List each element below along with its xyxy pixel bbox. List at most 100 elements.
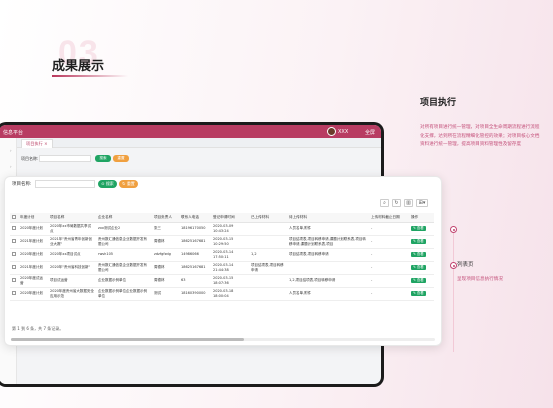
reset-icon: ↻ [122, 181, 126, 186]
cell-phone: 18160390000 [179, 287, 211, 301]
export-icon[interactable]: ⊞▾ [416, 199, 428, 207]
cell-deadline: - [369, 248, 409, 262]
cell-deadline: - [369, 274, 409, 288]
row-checkbox[interactable] [10, 261, 18, 275]
cell-action: ✎ 查看 [409, 287, 434, 301]
view-button[interactable]: ✎ 查看 [411, 226, 426, 231]
cell-project: 项目试运营 [48, 274, 96, 288]
view-button[interactable]: ✎ 查看 [411, 239, 426, 244]
cell-uploaded [249, 287, 287, 301]
cell-company: 企业数据示例单位企业数据示例单位 [96, 287, 152, 301]
cell-plan: 2020年度试运营 [18, 274, 48, 288]
row-checkbox[interactable] [10, 274, 18, 288]
cell-pending: 项目结项表,项目转移申请,课题计划联系表,项目转移申请,课题计划联系表,项目 [287, 235, 369, 249]
view-button[interactable]: ✎ 查看 [411, 265, 426, 270]
cell-deadline: - [369, 235, 409, 249]
table-row[interactable]: 2021年度计划 2021年"贵州省青年创新创业大赛" 贵州数汇通信息企业数据开… [10, 235, 434, 249]
cell-action: ✎ 查看 [409, 274, 434, 288]
row-checkbox[interactable] [10, 287, 18, 301]
cell-time: 2020-03-15 10:29:50 [211, 235, 249, 249]
cell-company: 企业数据示例单位 [96, 274, 152, 288]
reset-button[interactable]: ↻ 重置 [119, 180, 138, 188]
column-header[interactable]: 项目名称 [48, 213, 96, 223]
cell-project: 2020年xx项目试点 [48, 248, 96, 262]
row-checkbox[interactable] [10, 235, 18, 249]
title-underline [52, 75, 128, 77]
search-icon[interactable]: ⌕ [380, 199, 389, 207]
cell-deadline: - [369, 287, 409, 301]
refresh-icon[interactable]: ↻ [392, 199, 401, 207]
cell-plan: 2021年度计划 [18, 235, 48, 249]
search-button[interactable]: 搜索 [95, 155, 111, 162]
search-label: 项目名称: [21, 156, 39, 161]
cell-time: 2020-03-18 18:00:04 [211, 287, 249, 301]
cell-plan: 2020年度计划 [18, 248, 48, 262]
view-button-label: 查看 [416, 265, 424, 269]
tab-strip: 项目执行 × [17, 138, 381, 148]
view-button[interactable]: ✎ 查看 [411, 291, 426, 296]
user-name[interactable]: XXX [338, 129, 348, 135]
column-header[interactable]: 项目负责人 [152, 213, 179, 223]
cell-phone: 18196170050 [179, 222, 211, 236]
cell-project: 2020年xx市局数据共享试点 [48, 222, 96, 236]
table-row[interactable]: 2020年度计划 2020年度贵州省大数据安全应用示范 企业数据示例单位企业数据… [10, 287, 434, 301]
chevron-right-icon[interactable]: › [10, 164, 12, 169]
cell-company: rwsh105 [96, 248, 152, 262]
cell-phone: 14986066 [179, 248, 211, 262]
avatar[interactable] [327, 127, 336, 136]
cell-owner: 周德林 [152, 261, 179, 275]
pagination-info: 第 1 到 6 条，共 7 条记录。 [12, 326, 64, 331]
fullscreen-button[interactable]: 全屏 [365, 129, 375, 136]
list-page-title: 列表页 [457, 262, 474, 268]
chevron-right-icon[interactable]: › [10, 148, 12, 153]
search-icon: ⊙ [101, 181, 105, 186]
right-panel-description: 对所有项目进行统一管理，对项目全生命周期流程进行流程化支撑，达到所在流程精细化管… [420, 125, 540, 148]
column-header[interactable]: 企业名称 [96, 213, 152, 223]
cell-deadline: - [369, 261, 409, 275]
view-button[interactable]: ✎ 查看 [411, 252, 426, 257]
select-all-checkbox[interactable] [10, 213, 18, 223]
cell-pending: 人员名单,附件 [287, 287, 369, 301]
cell-pending: 项目结项表,项目转移申请 [287, 248, 369, 262]
cell-uploaded: 1,2 [249, 248, 287, 262]
table-header-row: 年度计划 项目名称 企业名称 项目负责人 联系人电话 登记申请时间 已上传材料 … [10, 213, 434, 223]
table-row[interactable]: 2020年度计划 2020年xx市局数据共享试点 zxx测试企业2 张三 181… [10, 222, 434, 236]
tab-project-execution[interactable]: 项目执行 × [21, 139, 53, 148]
column-header[interactable]: 已上传材料 [249, 213, 287, 223]
column-header[interactable]: 年度计划 [18, 213, 48, 223]
table-row[interactable]: 2020年度试运营 项目试运营 企业数据示例单位 周德林 63 2020-03-… [10, 274, 434, 288]
search-input[interactable] [39, 155, 91, 162]
row-checkbox[interactable] [10, 222, 18, 236]
horizontal-scrollbar[interactable] [11, 338, 435, 341]
cell-phone: 18625167681 [179, 261, 211, 275]
right-panel-heading: 项目执行 [420, 98, 457, 108]
search-input[interactable] [35, 180, 95, 188]
cell-uploaded: 项目结项表,项目转移申请 [249, 261, 287, 275]
columns-icon[interactable]: ▥ [404, 199, 413, 207]
column-header[interactable]: 待上传材料 [287, 213, 369, 223]
table-row[interactable]: 2020年度计划 2020年xx项目试点 rwsh105 zdzfgfzdg 1… [10, 248, 434, 262]
app-title: 信息平台 [3, 130, 24, 136]
cell-action: ✎ 查看 [409, 248, 434, 262]
view-button-label: 查看 [416, 278, 424, 282]
view-button-label: 查看 [416, 291, 424, 295]
cell-action: ✎ 查看 [409, 235, 434, 249]
view-button[interactable]: ✎ 查看 [411, 278, 426, 283]
cell-project: 2021年"贵州省青年创新创业大赛" [48, 235, 96, 249]
column-header[interactable]: 联系人电话 [179, 213, 211, 223]
cell-time: 2020-03-09 10:43:24 [211, 222, 249, 236]
column-header[interactable]: 上传材料截止日期 [369, 213, 409, 223]
scrollbar-thumb[interactable] [11, 338, 245, 341]
close-icon[interactable]: × [44, 141, 48, 146]
row-checkbox[interactable] [10, 248, 18, 262]
column-header[interactable]: 登记申请时间 [211, 213, 249, 223]
table-row[interactable]: 2021年度计划 2020年"贵州省科技创新" 贵州数汇通信息企业数据开发有限公… [10, 261, 434, 275]
column-header[interactable]: 操作 [409, 213, 434, 223]
cell-deadline: - [369, 222, 409, 236]
cell-time: 2020-03-14 21:44:38 [211, 261, 249, 275]
cell-uploaded [249, 235, 287, 249]
reset-button[interactable]: 重置 [113, 155, 129, 162]
reset-button-label: 重置 [126, 181, 135, 186]
search-button[interactable]: ⊙ 搜索 [98, 180, 117, 188]
cell-owner: 周德林 [152, 235, 179, 249]
